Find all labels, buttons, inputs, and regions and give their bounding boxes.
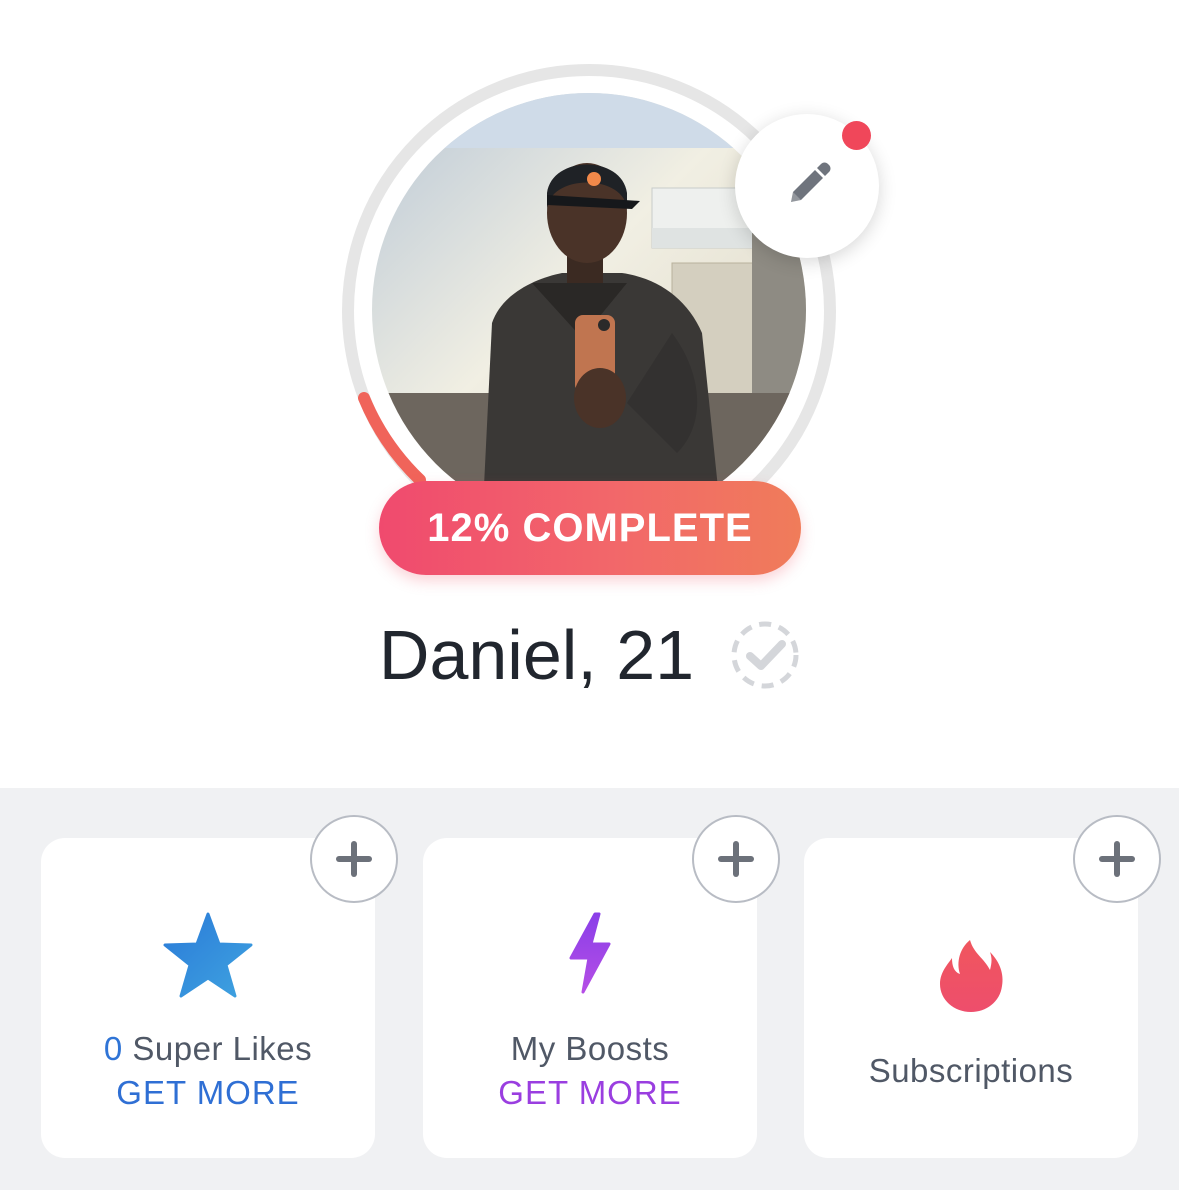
boosts-get-more-link[interactable]: GET MORE — [423, 1074, 757, 1112]
plus-icon — [1099, 841, 1135, 877]
super-likes-count: 0 — [103, 1030, 123, 1067]
plus-icon — [718, 841, 754, 877]
pencil-icon — [791, 162, 831, 202]
boosts-label: My Boosts — [510, 1030, 670, 1067]
super-likes-label: 0 Super Likes — [41, 1030, 375, 1068]
flame-icon — [940, 940, 1003, 1012]
verified-check-icon[interactable] — [730, 620, 800, 690]
profile-name-row: Daniel, 21 — [0, 610, 1179, 700]
plus-icon — [336, 841, 372, 877]
star-icon — [163, 912, 253, 998]
add-boosts-button[interactable] — [692, 815, 780, 903]
lightning-icon — [569, 912, 611, 994]
profile-completion-badge[interactable]: 12% COMPLETE — [379, 481, 801, 575]
super-likes-get-more-link[interactable]: GET MORE — [41, 1074, 375, 1112]
add-subscription-button[interactable] — [1073, 815, 1161, 903]
super-likes-text: Super Likes — [122, 1030, 313, 1067]
subscriptions-label: Subscriptions — [868, 1052, 1074, 1089]
notification-dot — [842, 121, 871, 150]
profile-name-age: Daniel, 21 — [378, 616, 695, 694]
add-super-likes-button[interactable] — [310, 815, 398, 903]
